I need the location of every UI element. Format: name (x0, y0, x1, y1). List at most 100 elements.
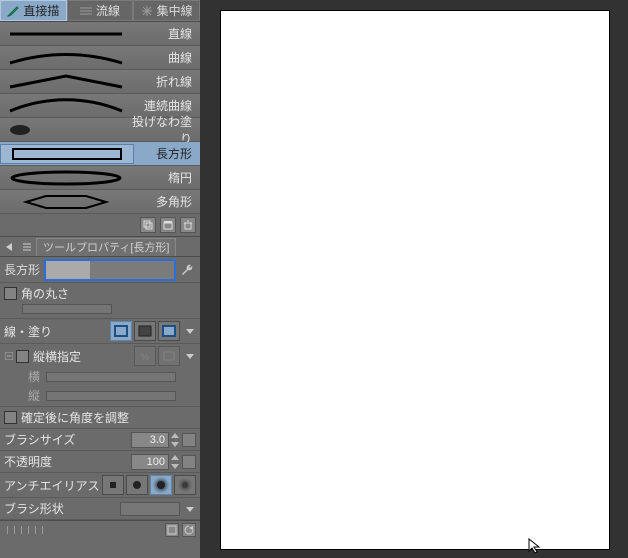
tool-category-tabs: 直接描 流線 集中線 (0, 0, 200, 22)
aspect-expand-icon[interactable] (4, 352, 14, 360)
shape-mode-option-2[interactable] (90, 261, 174, 279)
line-fill-label: 線・塗り (4, 323, 52, 340)
brush-size-input[interactable]: 3.0 (131, 432, 169, 448)
subtool-polygon[interactable]: 多角形 (0, 190, 200, 214)
angle-after-confirm-label: 確定後に角度を調整 (21, 409, 129, 426)
flow-lines-icon (80, 5, 92, 17)
preview-curve-icon (0, 48, 132, 68)
angle-after-confirm-checkbox[interactable] (4, 411, 17, 424)
brush-size-dynamics-button[interactable] (182, 433, 196, 447)
round-corner-checkbox[interactable] (4, 287, 17, 300)
reset-button[interactable] (182, 523, 196, 537)
focus-lines-icon (141, 5, 153, 17)
preview-polyline-icon (0, 72, 132, 92)
aspect-height-slider[interactable] (46, 391, 176, 401)
prop-brush-size: ブラシサイズ 3.0 (0, 429, 200, 451)
aspect-percent-button[interactable]: % (134, 346, 156, 366)
tab-flow-lines[interactable]: 流線 (67, 0, 134, 21)
opacity-label: 不透明度 (4, 453, 52, 470)
preview-line-icon (0, 24, 132, 44)
line-fill-dropdown[interactable] (184, 324, 196, 338)
copy-subtool-button[interactable] (140, 217, 156, 233)
prop-line-fill: 線・塗り (0, 319, 200, 344)
tab-focus-lines[interactable]: 集中線 (133, 0, 200, 21)
preview-lasso-icon (0, 120, 132, 140)
shape-mode-row: 長方形 (0, 257, 200, 283)
tab-label: 流線 (96, 2, 120, 19)
pencil-icon (7, 5, 19, 17)
tool-property-tab[interactable]: ツールプロパティ[長方形] (36, 238, 176, 256)
canvas[interactable] (220, 10, 610, 550)
aspect-checkbox[interactable] (16, 350, 29, 363)
aspect-width-label: 横 (28, 368, 42, 385)
subtool-straight-line[interactable]: 直線 (0, 22, 200, 46)
shape-mode-picker[interactable] (44, 259, 176, 281)
prop-aspect: 縦横指定 % 横 縦 (0, 344, 200, 407)
subtool-curve[interactable]: 曲線 (0, 46, 200, 70)
spinner-icon[interactable] (171, 455, 179, 469)
shape-mode-label: 長方形 (4, 261, 40, 278)
brush-size-label: ブラシサイズ (4, 431, 75, 448)
subtool-label: 楕円 (132, 169, 200, 186)
shape-mode-option-1[interactable] (46, 261, 90, 279)
collapse-arrow-icon[interactable] (0, 242, 18, 252)
canvas-area (200, 0, 628, 558)
prop-brush-shape: ブラシ形状 (0, 498, 200, 520)
save-preset-button[interactable] (165, 523, 179, 537)
trash-button[interactable] (180, 217, 196, 233)
round-corner-label: 角の丸さ (21, 285, 69, 302)
tool-settings-button[interactable] (180, 262, 196, 278)
subtool-label: 長方形 (134, 145, 200, 162)
subtool-action-bar (0, 214, 200, 237)
brush-shape-dropdown[interactable] (184, 502, 196, 516)
subtool-label: 連続曲線 (132, 97, 200, 114)
brush-shape-label: ブラシ形状 (4, 500, 64, 517)
svg-text:%: % (141, 352, 149, 362)
prop-antialias: アンチエイリアス (0, 473, 200, 498)
menu-icon[interactable] (18, 242, 36, 252)
opacity-dynamics-button[interactable] (182, 455, 196, 469)
antialias-strong-button[interactable] (174, 475, 196, 495)
round-corner-slider[interactable] (22, 304, 112, 314)
aspect-dropdown[interactable] (184, 349, 196, 363)
subtool-list: 直線 曲線 折れ線 連続曲線 (0, 22, 200, 214)
preview-rectangle-icon (0, 144, 134, 164)
aspect-width-slider[interactable] (46, 372, 176, 382)
tool-property-title: ツールプロパティ[長方形] (43, 239, 169, 255)
line-fill-outline-button[interactable] (110, 321, 132, 341)
aspect-px-button[interactable] (158, 346, 180, 366)
subtool-label: 多角形 (132, 193, 200, 210)
antialias-label: アンチエイリアス (4, 477, 100, 494)
property-footer (0, 520, 200, 538)
brush-shape-preview[interactable] (120, 502, 180, 516)
subtool-polyline[interactable]: 折れ線 (0, 70, 200, 94)
subtool-label: 直線 (132, 25, 200, 42)
tab-label: 集中線 (157, 2, 193, 19)
subtool-label: 曲線 (132, 49, 200, 66)
antialias-none-button[interactable] (102, 475, 124, 495)
spinner-icon[interactable] (171, 433, 179, 447)
preview-continuous-curve-icon (0, 96, 132, 116)
line-fill-filled-button[interactable] (134, 321, 156, 341)
tab-label: 直接描 (23, 2, 59, 19)
subtool-rectangle[interactable]: 長方形 (0, 142, 200, 166)
preview-polygon-icon (0, 192, 132, 212)
tool-property-header: ツールプロパティ[長方形] (0, 237, 200, 257)
subtool-ellipse[interactable]: 楕円 (0, 166, 200, 190)
opacity-input[interactable]: 100 (131, 454, 169, 470)
prop-opacity: 不透明度 100 (0, 451, 200, 473)
antialias-segmented (102, 475, 196, 495)
new-group-button[interactable] (160, 217, 176, 233)
antialias-medium-button[interactable] (150, 475, 172, 495)
subtool-label: 折れ線 (132, 73, 200, 90)
prop-round-corner: 角の丸さ (0, 283, 200, 319)
prop-angle-after-confirm: 確定後に角度を調整 (0, 407, 200, 429)
antialias-weak-button[interactable] (126, 475, 148, 495)
line-fill-segmented (110, 321, 180, 341)
line-fill-both-button[interactable] (158, 321, 180, 341)
subtool-lasso-fill[interactable]: 投げなわ塗り (0, 118, 200, 142)
tab-direct-draw[interactable]: 直接描 (0, 0, 67, 21)
aspect-height-label: 縦 (28, 387, 42, 404)
aspect-label: 縦横指定 (33, 348, 81, 365)
aspect-segmented: % (134, 346, 180, 366)
